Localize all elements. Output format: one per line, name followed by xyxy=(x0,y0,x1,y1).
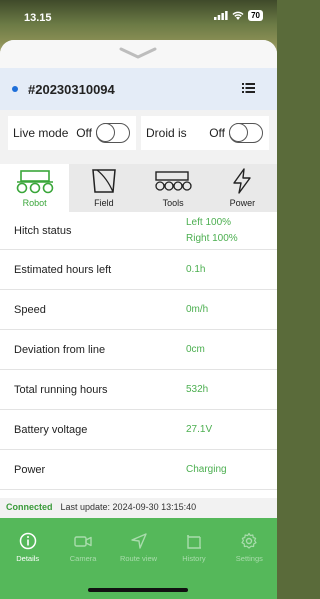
detail-value: Charging xyxy=(186,463,227,475)
navigation-icon xyxy=(130,533,147,549)
status-icons: 70 xyxy=(214,10,263,21)
bottom-sheet: #20230310094 Live mode Off Droid is Off xyxy=(0,40,277,599)
nav-history-label: History xyxy=(182,554,206,563)
tab-tools-label: Tools xyxy=(162,198,184,208)
robot-icon xyxy=(16,170,53,194)
connection-bar: Connected Last update: 2024-09-30 13:15:… xyxy=(0,498,277,516)
detail-value: 532h xyxy=(186,383,209,395)
list-menu-icon[interactable] xyxy=(242,83,255,93)
tab-power-label: Power xyxy=(229,198,256,208)
detail-label: Power xyxy=(14,463,46,476)
bottom-nav: Details Camera Route view History Settin… xyxy=(0,518,277,599)
droid-toggle[interactable] xyxy=(229,123,263,143)
home-indicator[interactable] xyxy=(88,588,188,592)
live-mode-toggle[interactable] xyxy=(96,123,130,143)
camera-icon xyxy=(74,536,92,547)
detail-label: Estimated hours left xyxy=(14,263,112,276)
detail-label: Battery voltage xyxy=(14,423,88,436)
toggle-knob xyxy=(229,123,248,142)
history-icon xyxy=(187,535,201,549)
chevron-down-icon[interactable] xyxy=(118,46,158,60)
battery-indicator: 70 xyxy=(248,10,263,21)
tools-icon xyxy=(155,171,192,191)
droid-label: Droid is xyxy=(146,126,187,140)
nav-details[interactable]: Details xyxy=(0,518,55,599)
hitch-right-value: Right 100% xyxy=(186,232,238,244)
hitch-left-value: Left 100% xyxy=(186,216,232,228)
connection-status: Connected xyxy=(6,502,53,512)
details-list: Hitch status Left 100% Right 100% Estima… xyxy=(0,212,277,498)
live-mode-label: Live mode xyxy=(13,126,69,140)
detail-label: Deviation from line xyxy=(14,343,106,356)
nav-camera-label: Camera xyxy=(69,554,97,563)
wifi-icon xyxy=(232,11,244,20)
detail-value: 0cm xyxy=(186,343,205,355)
nav-route-view-label: Route view xyxy=(119,554,158,563)
signal-icon xyxy=(214,11,228,20)
detail-row-hitch: Hitch status Left 100% Right 100% xyxy=(0,212,277,250)
toggle-knob xyxy=(96,123,115,142)
detail-value: Left 100% Right 100% xyxy=(186,215,238,247)
status-bar: 13.15 70 xyxy=(0,0,277,36)
nav-settings[interactable]: Settings xyxy=(222,518,277,599)
tab-robot-label: Robot xyxy=(22,198,47,208)
live-mode-card: Live mode Off xyxy=(8,116,136,150)
detail-value: 27.1V xyxy=(186,423,213,435)
nav-details-label: Details xyxy=(16,554,40,563)
tab-field[interactable]: Field xyxy=(69,164,138,212)
detail-row-power: Power Charging xyxy=(0,450,277,490)
detail-row-speed: Speed 0m/h xyxy=(0,290,277,330)
robot-header: #20230310094 xyxy=(0,68,277,110)
tab-power[interactable]: Power xyxy=(208,164,277,212)
nav-camera[interactable]: Camera xyxy=(55,518,110,599)
detail-row-deviation: Deviation from line 0cm xyxy=(0,330,277,370)
tab-tools[interactable]: Tools xyxy=(139,164,208,212)
info-icon xyxy=(19,532,36,550)
status-time: 13.15 xyxy=(24,12,52,24)
detail-label: Speed xyxy=(14,303,46,316)
robot-id: #20230310094 xyxy=(28,81,115,97)
last-update: Last update: 2024-09-30 13:15:40 xyxy=(60,502,197,512)
detail-value: 0.1h xyxy=(186,263,206,275)
detail-row-hours-left: Estimated hours left 0.1h xyxy=(0,250,277,290)
power-icon xyxy=(233,168,252,194)
toggle-row: Live mode Off Droid is Off xyxy=(0,116,277,152)
nav-settings-label: Settings xyxy=(235,554,263,563)
detail-row-running-hours: Total running hours 532h xyxy=(0,370,277,410)
status-dot xyxy=(12,86,18,92)
category-tabs: Robot Field Tools Power xyxy=(0,164,277,212)
tab-robot[interactable]: Robot xyxy=(0,164,70,212)
nav-route-view[interactable]: Route view xyxy=(111,518,166,599)
detail-label: Hitch status xyxy=(14,224,72,237)
detail-label: Total running hours xyxy=(14,383,108,396)
droid-state: Off xyxy=(209,126,225,140)
gear-icon xyxy=(241,532,257,549)
detail-row-battery-voltage: Battery voltage 27.1V xyxy=(0,410,277,450)
live-mode-state: Off xyxy=(76,126,92,140)
sheet-handle[interactable] xyxy=(0,40,277,68)
tab-field-label: Field xyxy=(94,198,114,208)
droid-card: Droid is Off xyxy=(141,116,269,150)
detail-value: 0m/h xyxy=(186,303,209,315)
field-icon xyxy=(92,169,116,193)
nav-history[interactable]: History xyxy=(166,518,221,599)
